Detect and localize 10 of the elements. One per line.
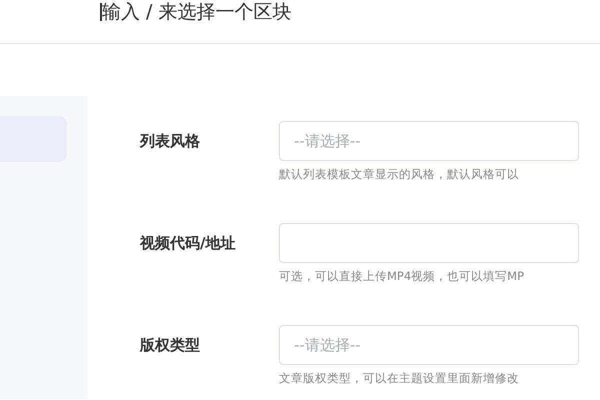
help-text: 默认列表模板文章显示的风格，默认风格可以: [279, 167, 520, 182]
field-label: 视频代码/地址: [138, 233, 236, 254]
help-text: 可选，可以直接上传MP4视频，也可以填写MP: [279, 269, 526, 284]
field-label: 列表风格: [138, 131, 201, 152]
select-field[interactable]: --请选择--: [279, 325, 579, 365]
field-label: 版权类型: [138, 335, 201, 356]
breadcrumb: 输入 / 来选择一个区块: [102, 1, 292, 23]
input-field[interactable]: [279, 223, 579, 263]
help-text: 文章版权类型，可以在主题设置里面新增修改: [279, 371, 520, 386]
select-field[interactable]: --请选择--: [279, 121, 579, 161]
